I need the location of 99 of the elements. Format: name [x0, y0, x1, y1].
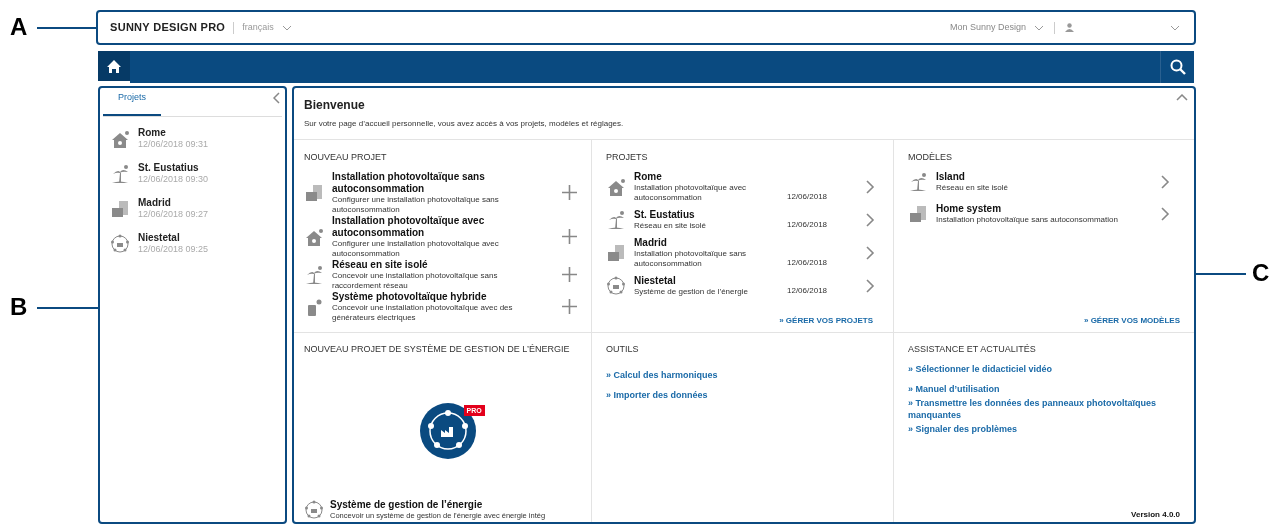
version-label: Version 4.0.0 [1131, 509, 1180, 521]
project-row[interactable]: Madrid Installation photovoltaïque sans autoconsommation 12/06/2018 [606, 236, 879, 269]
user-icon[interactable] [1065, 23, 1074, 32]
project-name: Rome [138, 127, 167, 139]
callout-label: C [1252, 258, 1270, 288]
section-heading: ASSISTANCE ET ACTUALITÉS [908, 343, 1037, 356]
welcome-text: Sur votre page d’accueil personnelle, vous avez accès à vos projets, modèles et réglages. [304, 118, 625, 130]
new-project-option[interactable]: Installation photovoltaïque avec autoconsommation Configurer une installation photovoltaïque avec autoconsommation [304, 214, 581, 259]
section-heading: MODÈLES [908, 151, 953, 164]
tool-link[interactable]: » Importer des données [606, 386, 879, 403]
welcome-title: Bienvenue [304, 97, 366, 114]
tool-link[interactable]: » Calcul des harmoniques [606, 366, 879, 383]
add-icon[interactable] [562, 185, 577, 200]
solar-panel-icon [110, 198, 130, 219]
option-description: Configurer une installation photovoltaïque sans autoconsommation [332, 194, 500, 215]
collapse-icon[interactable] [273, 92, 280, 104]
add-icon[interactable] [562, 299, 577, 314]
house-sun-icon [606, 176, 626, 197]
add-icon[interactable] [562, 267, 577, 282]
project-item[interactable]: Rome 12/06/2018 09:31 [110, 127, 282, 150]
house-sun-icon [304, 226, 324, 247]
solar-panel-icon [304, 182, 324, 203]
option-title: Réseau en site isolé [332, 258, 429, 271]
section-heading: NOUVEAU PROJET DE SYSTÈME DE GESTION DE L’ÉNERGIE [304, 343, 571, 356]
account-menu[interactable]: Mon Sunny Design [949, 20, 1026, 35]
project-date: 12/06/2018 09:30 [138, 174, 209, 185]
project-name: Niestetal [138, 232, 181, 244]
callout-label: B [10, 292, 28, 322]
tab[interactable]: Projets [103, 87, 161, 116]
model-name: Island [936, 170, 966, 183]
chevron-down-icon[interactable] [281, 24, 292, 31]
project-date: 12/06/2018 09:27 [138, 209, 209, 220]
project-row[interactable]: Rome Installation photovoltaïque avec autoconsommation 12/06/2018 [606, 170, 879, 203]
project-date: 12/06/2018 09:25 [138, 244, 209, 255]
support-link[interactable]: » Signaler des problèmes [908, 422, 1180, 435]
project-name: Niestetal [634, 274, 677, 287]
collapse-icon[interactable] [1176, 94, 1188, 101]
model-name: Home system [936, 202, 1003, 215]
brand-title: SUNNY DESIGN PRO [110, 20, 226, 36]
option-title: Système de gestion de l’énergie [330, 499, 484, 511]
solar-panel-icon [908, 203, 928, 224]
option-description: Concevoir une installation photovoltaïque sans raccordement réseau [332, 270, 499, 291]
add-icon[interactable] [562, 229, 577, 244]
project-name: Madrid [138, 197, 172, 209]
option-title: Système photovoltaïque hybride [332, 290, 488, 303]
project-description: Réseau en site isolé [634, 220, 708, 231]
project-row[interactable]: Niestetal Système de gestion de l’énergie 12/06/2018 [606, 274, 879, 297]
energy-circle-icon [304, 500, 324, 520]
new-project-option[interactable]: Réseau en site isolé Concevoir une installation photovoltaïque sans raccordement réseau [304, 258, 581, 291]
new-project-option[interactable]: Installation photovoltaïque sans autoconsommation Configurer une installation photovoltaïque sans autoconsommation [304, 170, 581, 215]
support-link[interactable]: » Manuel d’utilisation [908, 382, 1180, 395]
home-icon [106, 58, 122, 74]
project-name: St. Eustatius [138, 162, 200, 174]
project-description: Installation photovoltaïque avec autoconsommation [634, 182, 748, 203]
new-project-option[interactable]: Système photovoltaïque hybride Concevoir une installation photovoltaïque avec des générateurs électriques [304, 290, 581, 323]
callout-label: A [10, 12, 28, 42]
project-name: Madrid [634, 236, 668, 249]
energy-circle-icon [110, 233, 130, 254]
project-item[interactable]: Madrid 12/06/2018 09:27 [110, 197, 282, 220]
project-name: Rome [634, 170, 663, 183]
option-title: Installation photovoltaïque sans autoconsommation [332, 170, 486, 195]
chevron-down-icon[interactable] [1034, 24, 1044, 31]
chevron-right-icon[interactable] [866, 212, 875, 227]
section-heading: NOUVEAU PROJET [304, 151, 388, 164]
model-row[interactable]: Island Réseau en site isolé [908, 170, 1180, 193]
chevron-right-icon[interactable] [866, 245, 875, 260]
chevron-right-icon[interactable] [866, 278, 875, 293]
solar-panel-icon [606, 242, 626, 263]
project-name: St. Eustatius [634, 208, 696, 221]
support-link[interactable]: » Transmettre les données des panneaux photovoltaïques manquantes [908, 396, 1180, 421]
project-description: Système de gestion de l’énergie [634, 286, 749, 297]
search-icon [1169, 59, 1186, 75]
energy-circle-icon [606, 275, 626, 296]
project-date: 12/06/2018 09:31 [138, 139, 209, 150]
project-row[interactable]: St. Eustatius Réseau en site isolé 12/06/2018 [606, 208, 879, 231]
section-heading: OUTILS [606, 343, 640, 356]
project-item[interactable]: St. Eustatius 12/06/2018 09:30 [110, 162, 282, 185]
project-date: 12/06/2018 [787, 256, 829, 269]
section-heading: PROJETS [606, 151, 649, 164]
model-description: Installation photovoltaïque sans autoconsommation [936, 214, 1119, 225]
project-description: Installation photovoltaïque sans autoconsommation [634, 248, 748, 269]
project-item[interactable]: Niestetal 12/06/2018 09:25 [110, 232, 282, 255]
home-button[interactable] [98, 51, 130, 83]
house-sun-icon [110, 128, 130, 149]
model-description: Réseau en site isolé [936, 182, 1010, 193]
project-date: 12/06/2018 [787, 190, 829, 203]
model-row[interactable]: Home system Installation photovoltaïque sans autoconsommation [908, 202, 1180, 225]
manage-projects-link[interactable]: » GÉRER VOS PROJETS [779, 315, 873, 327]
chevron-right-icon[interactable] [1161, 206, 1170, 221]
option-description: Concevoir une installation photovoltaïque avec des générateurs électriques [332, 302, 514, 323]
option-title: Installation photovoltaïque avec autoconsommation [332, 214, 486, 239]
project-date: 12/06/2018 [787, 284, 829, 297]
project-date: 12/06/2018 [787, 218, 829, 231]
chevron-right-icon[interactable] [1161, 174, 1170, 189]
option-description: Configurer une installation photovoltaïque avec autoconsommation [332, 238, 500, 259]
chevron-down-icon[interactable] [1170, 24, 1180, 31]
chevron-right-icon[interactable] [866, 179, 875, 194]
support-link[interactable]: » Sélectionner le didacticiel vidéo [908, 362, 1180, 375]
manage-models-link[interactable]: » GÉRER VOS MODÈLES [1083, 315, 1180, 327]
